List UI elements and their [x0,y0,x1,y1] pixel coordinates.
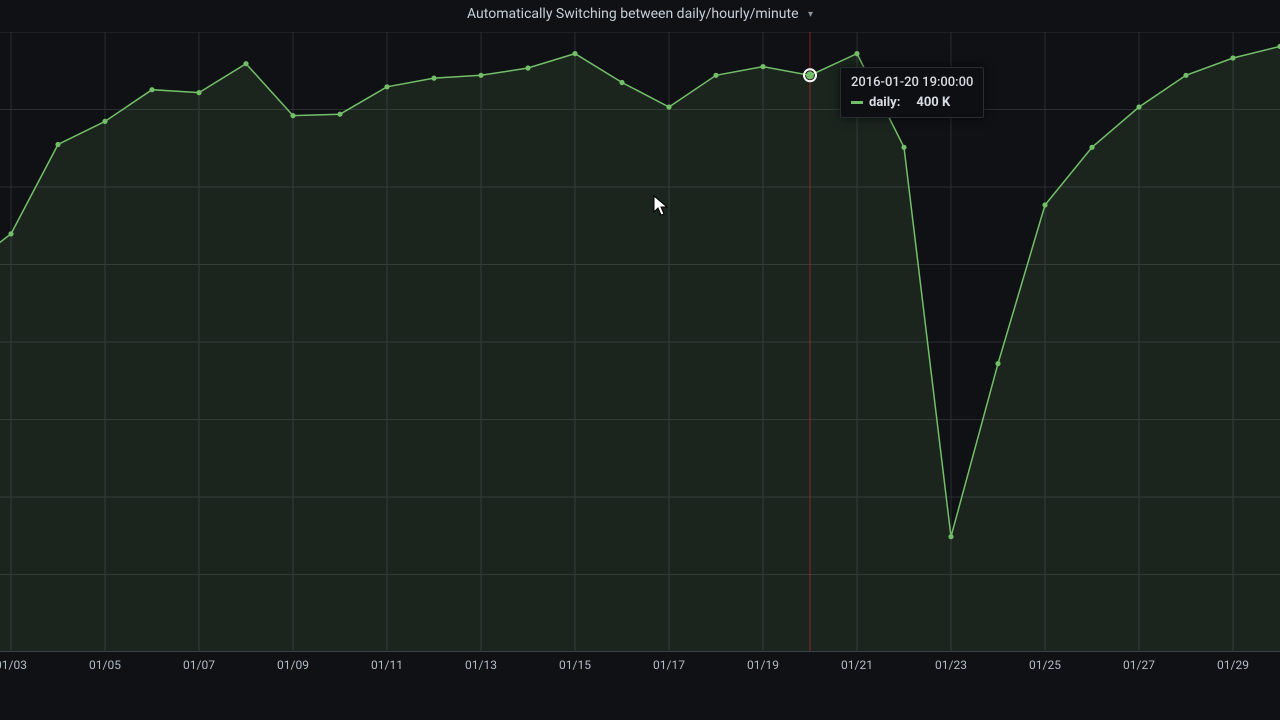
x-tick-label: 01/29 [1217,658,1249,672]
chart-panel: Automatically Switching between daily/ho… [0,0,1280,720]
x-tick-label: 01/15 [559,658,591,672]
chevron-down-icon: ▾ [808,9,813,20]
x-tick-label: 01/27 [1123,658,1155,672]
x-tick-label: 01/07 [183,658,215,672]
x-tick-label: 01/03 [0,658,27,672]
x-tick-label: 01/19 [747,658,779,672]
x-tick-label: 01/23 [935,658,967,672]
series-area [0,46,1280,652]
tooltip-time: 2016-01-20 19:00:00 [851,74,973,92]
x-tick-label: 01/21 [841,658,873,672]
panel-title[interactable]: Automatically Switching between daily/ho… [0,6,1280,22]
tooltip: 2016-01-20 19:00:00 daily: 400 K [840,67,984,118]
x-tick-label: 01/13 [465,658,497,672]
x-tick-label: 01/17 [653,658,685,672]
x-axis: 01/03 01/05 01/07 01/09 01/11 01/13 01/15 01/17… [0,658,1280,680]
tooltip-swatch [851,101,863,104]
x-tick-label: 01/09 [277,658,309,672]
panel-title-text: Automatically Switching between daily/ho… [467,6,799,22]
x-tick-label: 01/05 [89,658,121,672]
plot-area[interactable] [0,32,1280,652]
chart-svg[interactable] [0,32,1280,652]
x-tick-label: 01/11 [371,658,403,672]
tooltip-series-label: daily: [869,94,900,112]
x-tick-label: 01/25 [1029,658,1061,672]
tooltip-value: 400 K [916,94,950,112]
